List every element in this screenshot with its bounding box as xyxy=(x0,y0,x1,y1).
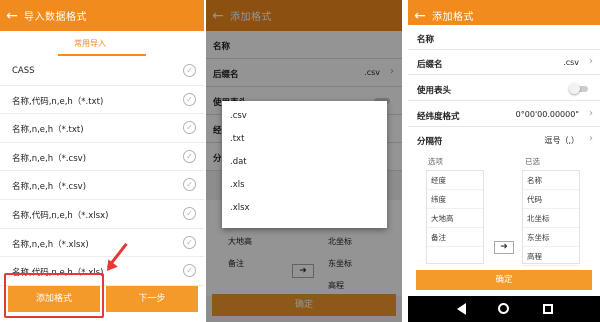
selected-item[interactable]: 高程 xyxy=(523,247,579,266)
suffix-value: .csv xyxy=(563,58,579,67)
add-format-dialog-screen: ← 添加格式 名称 后缀名 .csv › 使用表头 经 分 大地高 备注 北坐标… xyxy=(206,0,402,322)
list-item-label: CASS xyxy=(12,66,35,76)
latlon-label: 经纬度格式 xyxy=(417,112,460,122)
page-title: 添加格式 xyxy=(432,12,474,23)
list-item-label: 名称,代码,n,e,h（*.xlsx) xyxy=(12,210,109,221)
option-item[interactable]: 经度 xyxy=(427,171,483,190)
suffix-picker-dialog: .csv .txt .dat .xls .xlsx xyxy=(222,101,387,228)
format-list: CASS ✓ 名称,代码,n,e,h（*.txt) ✓ 名称,n,e,h（*.txt… xyxy=(0,57,204,286)
page-title: 导入数据格式 xyxy=(24,12,87,23)
suffix-option[interactable]: .xls xyxy=(222,174,387,197)
tab-indicator xyxy=(58,54,146,56)
nav-recents-icon[interactable] xyxy=(543,304,553,314)
selected-item[interactable]: 北坐标 xyxy=(523,209,579,228)
back-arrow-icon[interactable]: ← xyxy=(408,8,432,24)
selected-item[interactable]: 东坐标 xyxy=(523,228,579,247)
system-nav-bar xyxy=(408,296,600,322)
check-circle-icon[interactable]: ✓ xyxy=(183,92,196,106)
option-item[interactable]: 备注 xyxy=(427,228,483,247)
suffix-option[interactable]: .xlsx xyxy=(222,197,387,220)
move-right-button[interactable]: ➜ xyxy=(494,241,514,254)
next-step-button[interactable]: 下一步 xyxy=(106,286,198,312)
check-circle-icon[interactable]: ✓ xyxy=(183,206,196,220)
list-item-label: 名称,代码,n,e,h（*.txt) xyxy=(12,96,104,107)
add-format-screen: ← 添加格式 名称 后缀名 .csv › 使用表头 经纬度格式 0°00'00.… xyxy=(408,0,600,322)
separator-label: 分隔符 xyxy=(417,137,443,147)
check-circle-icon[interactable]: ✓ xyxy=(183,64,196,77)
check-circle-icon[interactable]: ✓ xyxy=(183,121,196,135)
use-header-label: 使用表头 xyxy=(417,86,452,96)
selected-item[interactable]: 名称 xyxy=(523,171,579,190)
list-item[interactable]: 名称,代码,n,e,h（*.xlsx) ✓ xyxy=(0,200,204,229)
title-bar: ← 导入数据格式 xyxy=(0,0,204,31)
list-item-label: 名称,n,e,h（*.txt) xyxy=(12,125,84,136)
selected-list: 名称 代码 北坐标 东坐标 高程 xyxy=(522,170,580,266)
list-item[interactable]: 名称,n,e,h（*.csv) ✓ xyxy=(0,143,204,172)
list-item[interactable]: CASS ✓ xyxy=(0,57,204,86)
toggle-knob[interactable] xyxy=(569,83,580,94)
selected-item[interactable]: 代码 xyxy=(523,190,579,209)
list-item[interactable]: 名称,n,e,h（*.txt) ✓ xyxy=(0,114,204,143)
list-item[interactable]: 名称,代码,n,e,h（*.txt) ✓ xyxy=(0,86,204,115)
list-item-label: 名称,n,e,h（*.xlsx) xyxy=(12,239,89,250)
latlon-value: 0°00'00.00000" xyxy=(515,110,579,119)
list-item[interactable]: 名称,n,e,h（*.xlsx) ✓ xyxy=(0,229,204,258)
chevron-right-icon: › xyxy=(589,56,593,67)
suffix-option[interactable]: .csv xyxy=(222,105,387,128)
suffix-option[interactable]: .dat xyxy=(222,151,387,174)
tab-bar: 常用导入 xyxy=(0,31,204,57)
confirm-button[interactable]: 确定 xyxy=(416,270,592,290)
field-lists: 选项 已选 经度 纬度 大地高 备注 ➜ 名称 代码 北坐标 东坐标 高程 xyxy=(408,151,600,266)
selected-header: 已选 xyxy=(525,157,540,166)
highlight-box xyxy=(4,273,104,318)
nav-back-icon[interactable] xyxy=(457,303,466,315)
check-circle-icon[interactable]: ✓ xyxy=(183,264,196,278)
check-circle-icon[interactable]: ✓ xyxy=(183,235,196,249)
options-list: 经度 纬度 大地高 备注 xyxy=(426,170,484,264)
name-row[interactable]: 名称 xyxy=(408,25,600,50)
separator-value: 逗号（,） xyxy=(544,136,579,145)
list-item[interactable]: 名称,n,e,h（*.csv) ✓ xyxy=(0,171,204,200)
chevron-right-icon: › xyxy=(589,108,593,119)
use-header-row[interactable]: 使用表头 xyxy=(408,76,600,101)
list-item-label: 名称,n,e,h（*.csv) xyxy=(12,182,87,193)
options-header: 选项 xyxy=(428,157,443,166)
suffix-option[interactable]: .txt xyxy=(222,128,387,151)
back-arrow-icon[interactable]: ← xyxy=(0,8,24,24)
check-circle-icon[interactable]: ✓ xyxy=(183,149,196,163)
list-item-label: 名称,n,e,h（*.csv) xyxy=(12,153,87,164)
separator-row[interactable]: 分隔符 逗号（,） › xyxy=(408,127,600,152)
latlon-format-row[interactable]: 经纬度格式 0°00'00.00000" › xyxy=(408,102,600,127)
check-circle-icon[interactable]: ✓ xyxy=(183,178,196,192)
chevron-right-icon: › xyxy=(589,133,593,144)
nav-home-icon[interactable] xyxy=(498,303,509,314)
option-item[interactable]: 纬度 xyxy=(427,190,483,209)
suffix-label: 后缀名 xyxy=(417,60,443,70)
name-label: 名称 xyxy=(417,35,435,45)
import-format-screen: ← 导入数据格式 常用导入 CASS ✓ 名称,代码,n,e,h（*.txt) ✓ … xyxy=(0,0,204,322)
option-item[interactable]: 大地高 xyxy=(427,209,483,228)
suffix-row[interactable]: 后缀名 .csv › xyxy=(408,50,600,75)
tab-common-import[interactable]: 常用导入 xyxy=(74,38,106,49)
